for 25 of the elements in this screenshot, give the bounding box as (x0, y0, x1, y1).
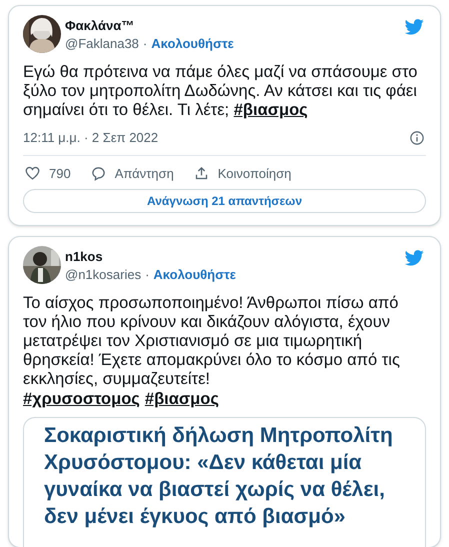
read-replies-button[interactable]: Ανάγνωση 21 απαντήσεων (23, 189, 426, 213)
timestamp[interactable]: 12:11 μ.μ. · 2 Σεπ 2022 (23, 128, 158, 148)
reply-label[interactable]: Απάντηση (114, 164, 174, 183)
follow-link[interactable]: Ακολουθήστε (153, 266, 236, 284)
author-name[interactable]: n1kos (65, 248, 103, 266)
share-icon[interactable] (194, 166, 209, 181)
author-handle[interactable]: @n1kosaries (65, 266, 142, 284)
author-name[interactable]: Φακλάνα™ (65, 17, 134, 35)
link-card[interactable]: Σοκαριστική δήλωση Μητροπολίτη Χρυσόστομου: «Δεν κάθεται μία γυναίκα να βιαστεί χωρίς να θέλει, δεν μένει έγκυος από βιασμό» (23, 417, 426, 547)
share-label[interactable]: Κοινοποίηση (218, 164, 292, 183)
bird-icon[interactable] (405, 19, 424, 35)
separator-dot: · (145, 266, 150, 284)
hashtag-link[interactable]: #βιασμος (144, 390, 219, 409)
like-label[interactable]: 790 (49, 164, 71, 183)
tweet-text: Το αίσχος προσωποποιημένο! Άνθρωποι πίσω από τον ήλιο που κρίνουν και δικάζουν αλόγιστα, έχουν μετατρέψει τον Χριστιανισμό σε μια τιμωρητική θρησκεία! Έχετε απομακρύνει όλο το κόσμο από τις εκκλησίες, συμμαζευτείτε! (23, 294, 401, 389)
follow-link[interactable]: Ακολουθήστε (151, 35, 234, 53)
separator-dot: · (142, 35, 148, 53)
heart-icon[interactable] (25, 166, 40, 180)
author-handle[interactable]: @Faklana38 (65, 35, 139, 53)
hashtag-link[interactable]: #χρυσοστομος (23, 390, 140, 409)
info-icon[interactable] (410, 130, 424, 145)
bird-icon[interactable] (405, 250, 424, 266)
card-headline: Σοκαριστική δήλωση Μητροπολίτη Χρυσόστομου: «Δεν κάθεται μία γυναίκα να βιαστεί χωρίς να θέλει, δεν μένει έγκυος από βιασμό» (44, 423, 394, 530)
speech-bubble-icon[interactable] (90, 166, 106, 181)
tweet-text: Εγώ θα πρότεινα να πάμε όλες μαζί να σπάσουμε στο ξύλο τον μητροπολίτη Δωδώνης. Αν κάτσει και τις φάει σημαίνει ότι το θέλει. Τι λέτε; #βιασμος (23, 63, 418, 120)
